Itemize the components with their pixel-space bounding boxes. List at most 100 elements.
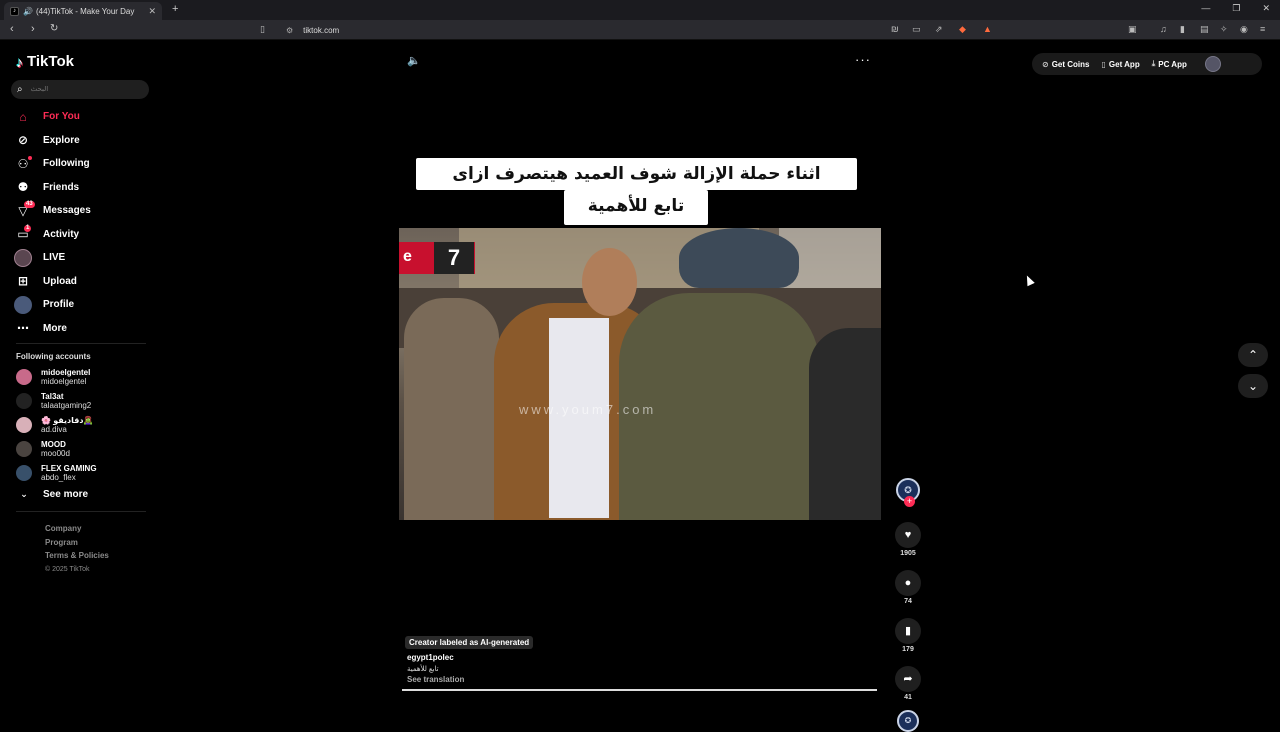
reader-icon[interactable]: ₪	[891, 24, 899, 34]
browser-tab[interactable]: ♪ 🔊 (44)TikTok - Make Your Day ✕	[4, 2, 162, 20]
minimize-icon[interactable]: —	[1201, 3, 1210, 14]
like-action[interactable]: ♥ 1905	[893, 522, 923, 557]
follow-plus-icon[interactable]: +	[904, 496, 915, 507]
media-icon[interactable]: ♫	[1160, 24, 1167, 34]
next-video-button[interactable]: ⌄	[1238, 374, 1268, 398]
sidebar-item-label: LIVE	[43, 252, 66, 264]
sidebar-item-label: Upload	[43, 275, 77, 287]
search-input[interactable]	[30, 86, 131, 93]
more-options-icon[interactable]: ···	[855, 52, 871, 67]
footer-link-company[interactable]: Company	[45, 522, 109, 536]
notification-dot	[28, 156, 32, 160]
previous-video-button[interactable]: ⌃	[1238, 343, 1268, 367]
search-box[interactable]: ⌕	[11, 80, 149, 99]
youm7-logo-e: e	[403, 248, 412, 265]
speaker-icon[interactable]: 🔊	[23, 7, 33, 16]
see-translation-link[interactable]: See translation	[407, 675, 464, 684]
wallet-icon[interactable]: ▤	[1200, 24, 1209, 35]
vpn-icon[interactable]: ◉	[1240, 24, 1248, 35]
back-icon[interactable]: ‹	[10, 23, 14, 35]
sidebar-item-for-you[interactable]: ⌂ For You	[14, 105, 154, 129]
cast-icon[interactable]: ▭	[912, 24, 921, 35]
heart-icon[interactable]: ♥	[895, 522, 921, 548]
following-account[interactable]: FLEX GAMING abdo_flex	[16, 464, 156, 482]
ai-generated-label: Creator labeled as AI-generated	[405, 636, 534, 649]
sidebar-item-following[interactable]: ⚇ Following	[14, 152, 154, 176]
video-progress-bar[interactable]	[402, 689, 877, 691]
creator-avatar[interactable]: ✪ +	[896, 478, 920, 507]
copyright: © 2025 TikTok	[45, 565, 90, 573]
close-tab-icon[interactable]: ✕	[148, 6, 156, 17]
footer-link-program[interactable]: Program	[45, 536, 109, 550]
avatar	[16, 441, 32, 457]
account-name: FLEX GAMING	[41, 464, 97, 473]
new-tab-button[interactable]: +	[172, 3, 178, 15]
compass-icon: ⊘	[17, 133, 29, 148]
logo-text: TikTok	[27, 53, 74, 70]
video-caption-line1: اثناء حملة الإزالة شوف العميد هيتصرف ازا…	[416, 158, 857, 190]
share-icon[interactable]: ➦	[895, 666, 921, 692]
sidebar-item-label: Following	[43, 158, 90, 170]
police-emblem-icon: ✪	[904, 485, 912, 495]
sound-disc-icon[interactable]: ✪	[897, 710, 919, 732]
window-controls: — ❐ ✕	[1201, 3, 1270, 14]
sidebar-item-live[interactable]: LIVE	[14, 246, 154, 270]
save-action[interactable]: ▮ 179	[893, 618, 923, 653]
video-watermark: www.youm7.com	[519, 402, 657, 417]
following-account[interactable]: MOOD moo00d	[16, 440, 156, 458]
footer-link-terms[interactable]: Terms & Policies	[45, 549, 109, 563]
forward-icon[interactable]: ›	[31, 23, 35, 35]
video-frame[interactable]: e 7 www.youm7.com	[399, 228, 881, 520]
site-settings-icon[interactable]: ⚙	[286, 26, 293, 35]
sidebar-item-label: Explore	[43, 134, 80, 146]
following-account[interactable]: midoelgentel midoelgentel	[16, 368, 156, 386]
sidebar-item-upload[interactable]: ⊞ Upload	[14, 270, 154, 294]
pc-app-button[interactable]: ⤓ PC App	[1152, 59, 1187, 69]
user-avatar[interactable]	[1204, 56, 1221, 72]
brave-shield-icon[interactable]: ◆	[959, 24, 966, 35]
phone-icon: ▯	[1101, 59, 1106, 69]
sidebar-item-more[interactable]: ⋯ More	[14, 317, 154, 341]
sidebar-item-friends[interactable]: ⚉ Friends	[14, 176, 154, 200]
chevron-down-icon: ⌄	[1247, 379, 1259, 393]
search-icon[interactable]: ⌕	[17, 84, 23, 95]
video-progress-fill	[402, 689, 877, 691]
volume-icon[interactable]: 🔈	[407, 54, 421, 67]
close-window-icon[interactable]: ✕	[1262, 3, 1270, 14]
sidepanel-icon[interactable]: ▮	[1180, 24, 1185, 35]
profile-avatar	[14, 295, 32, 314]
sidebar-item-profile[interactable]: Profile	[14, 293, 154, 317]
get-coins-button[interactable]: ⊘ Get Coins	[1042, 60, 1089, 69]
bookmark-icon[interactable]: ▯	[260, 24, 265, 35]
leo-icon[interactable]: ✧	[1220, 24, 1228, 35]
video-caption-line2: تابع للأهمية	[564, 190, 708, 225]
account-username: ad.diva	[41, 425, 67, 434]
share-action[interactable]: ➦ 41	[893, 666, 923, 701]
following-account[interactable]: 🌸 دقاديقو🧟‍♀️ ad.diva	[16, 416, 156, 434]
video-description: تابع للأهمية	[407, 666, 439, 673]
comment-action[interactable]: ● 74	[893, 570, 923, 605]
chevron-up-icon: ⌃	[1247, 348, 1259, 362]
comment-icon[interactable]: ●	[895, 570, 921, 596]
get-app-button[interactable]: ▯ Get App	[1101, 60, 1139, 69]
sidebar-item-messages[interactable]: ▽ 43 Messages	[14, 199, 154, 223]
get-app-label: Get App	[1108, 59, 1140, 69]
browser-tabbar: ♪ 🔊 (44)TikTok - Make Your Day ✕ + — ❐ ✕	[0, 0, 1280, 20]
tiktok-note-icon: ♪	[16, 53, 23, 70]
following-account[interactable]: Tal3at talaatgaming2	[16, 392, 156, 410]
following-accounts-title: Following accounts	[16, 352, 91, 361]
sidebar-item-activity[interactable]: ▭ 1 Activity	[14, 223, 154, 247]
reload-icon[interactable]: ↻	[50, 23, 58, 34]
bookmark-icon[interactable]: ▮	[895, 618, 921, 644]
sidebar-toggle-icon[interactable]: ▣	[1128, 24, 1137, 35]
brave-rewards-icon[interactable]: ▲	[983, 24, 992, 34]
sidebar-item-explore[interactable]: ⊘ Explore	[14, 129, 154, 153]
video-author[interactable]: egypt1polec	[407, 653, 454, 662]
tab-title: (44)TikTok - Make Your Day	[35, 6, 135, 16]
menu-icon[interactable]: ≡	[1260, 24, 1265, 34]
tiktok-logo[interactable]: ♪ TikTok	[16, 53, 74, 70]
comment-count: 74	[904, 598, 912, 605]
restore-icon[interactable]: ❐	[1232, 3, 1240, 14]
share-icon[interactable]: ⇗	[935, 24, 943, 35]
see-more-button[interactable]: ⌄ See more	[16, 489, 88, 500]
